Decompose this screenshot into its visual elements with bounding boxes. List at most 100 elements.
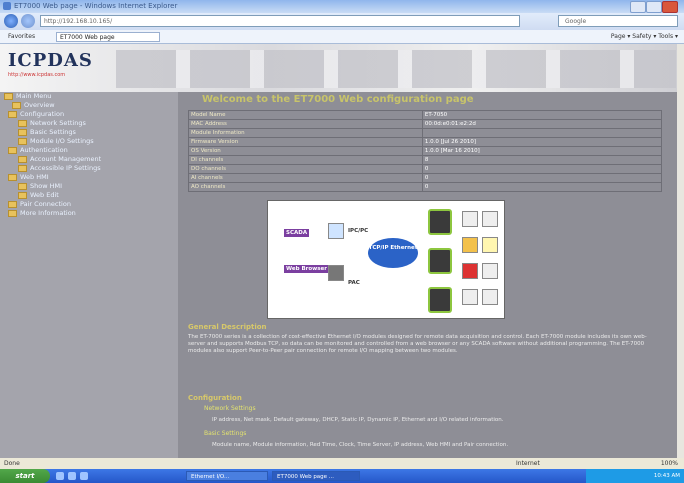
sidebar-item-accessible-ip-settings[interactable]: Accessible IP Settings <box>18 164 101 172</box>
window-titlebar: ET7000 Web page - Windows Internet Explo… <box>0 0 684 13</box>
basic-settings-link[interactable]: Basic Settings <box>204 430 246 437</box>
configuration-heading: Configuration <box>188 394 242 402</box>
info-value: 1.0.0 [Mar 16 2010] <box>421 146 663 156</box>
table-row: MAC Address 00:0d:e0:01:e2:2d <box>188 119 663 129</box>
page-content: ICPDAS http://www.icpdas.com Main Menu O… <box>0 44 677 458</box>
zoom-level[interactable]: 100% <box>661 460 678 467</box>
search-input[interactable]: Google <box>558 15 678 27</box>
general-description-heading: General Description <box>188 323 267 331</box>
info-key: DO channels <box>188 164 423 174</box>
page-icon <box>18 137 27 145</box>
info-value: 8 <box>421 155 663 165</box>
table-row: DO channels 0 <box>188 164 663 174</box>
field-device-icon <box>462 289 478 305</box>
folder-icon <box>8 146 17 154</box>
et7000-module-icon <box>428 209 452 235</box>
page-icon <box>18 155 27 163</box>
start-button[interactable]: start <box>0 469 50 483</box>
address-bar: http://192.168.10.165/ Google <box>0 13 684 30</box>
basic-settings-desc: Module name, Module information, Red Tim… <box>212 442 509 448</box>
close-button[interactable] <box>662 1 678 13</box>
sidebar-tree: Main Menu Overview Configuration Network… <box>0 92 178 458</box>
info-key: DI channels <box>188 155 423 165</box>
pac-label: PAC <box>348 280 360 286</box>
page-icon <box>8 200 17 208</box>
system-tray-clock[interactable]: 10:43 AM <box>586 469 684 483</box>
lamp-icon <box>482 237 498 253</box>
field-device-icon <box>482 263 498 279</box>
favorites-bar: Favorites ET7000 Web page Page ▾ Safety … <box>0 30 684 44</box>
sidebar-item-overview[interactable]: Overview <box>12 101 55 109</box>
sidebar-item-module-io-settings[interactable]: Module I/O Settings <box>18 137 94 145</box>
info-key: Firmware Version <box>188 137 423 147</box>
quick-launch-icon[interactable] <box>56 472 64 480</box>
table-row: Module Information <box>188 128 663 138</box>
forward-icon[interactable] <box>21 14 35 28</box>
sidebar-item-pair-connection[interactable]: Pair Connection <box>8 200 71 208</box>
folder-icon <box>4 92 13 100</box>
taskbar-item-2[interactable]: ET7000 Web page ... <box>272 471 360 481</box>
info-value: 0 <box>421 182 663 192</box>
scada-label: SCADA <box>284 229 310 237</box>
page-icon <box>18 128 27 136</box>
info-value: 0 <box>421 173 663 183</box>
url-input[interactable]: http://192.168.10.165/ <box>40 15 520 27</box>
page-icon <box>18 191 27 199</box>
quick-launch-icon[interactable] <box>68 472 76 480</box>
et7000-module-icon <box>428 287 452 313</box>
info-key: AI channels <box>188 173 423 183</box>
ie-icon <box>3 2 11 10</box>
table-row: OS Version 1.0.0 [Mar 16 2010] <box>188 146 663 156</box>
security-zone[interactable]: Internet <box>516 460 540 467</box>
info-key: MAC Address <box>188 119 423 129</box>
info-value: ET-7050 <box>421 110 663 120</box>
sensor-icon <box>462 237 478 253</box>
table-row: AO channels 0 <box>188 182 663 192</box>
web-browser-label: Web Browser <box>284 265 329 273</box>
logo: ICPDAS <box>8 50 93 71</box>
table-row: DI channels 8 <box>188 155 663 165</box>
sidebar-item-more-information[interactable]: More Information <box>8 209 76 217</box>
system-diagram: SCADA IPC/PC Web Browser PAC TCP/IP Ethe… <box>267 200 505 319</box>
taskbar-item-1[interactable]: Ethernet I/O... <box>186 471 268 481</box>
network-settings-desc: IP address, Net mask, Default gateway, D… <box>212 417 504 423</box>
quick-launch-icon[interactable] <box>80 472 88 480</box>
page-icon <box>18 119 27 127</box>
window-title: ET7000 Web page - Windows Internet Explo… <box>14 2 178 10</box>
command-bar-tools[interactable]: Page ▾ Safety ▾ Tools ▾ <box>611 33 678 40</box>
info-key: OS Version <box>188 146 423 156</box>
status-bar: Done Internet 100% <box>0 458 684 469</box>
favorites-button[interactable]: Favorites <box>8 33 35 40</box>
field-device-icon <box>482 289 498 305</box>
vertical-scrollbar[interactable] <box>677 44 684 458</box>
sidebar-item-account-management[interactable]: Account Management <box>18 155 101 163</box>
sidebar-item-web-edit[interactable]: Web Edit <box>18 191 59 199</box>
page-icon <box>18 164 27 172</box>
pc-icon <box>328 223 344 239</box>
sidebar-item-configuration[interactable]: Configuration <box>8 110 64 118</box>
sidebar-item-main-menu[interactable]: Main Menu <box>4 92 51 100</box>
sidebar-item-show-hmi[interactable]: Show HMI <box>18 182 62 190</box>
page-icon <box>18 182 27 190</box>
back-icon[interactable] <box>4 14 18 28</box>
sidebar-item-authentication[interactable]: Authentication <box>8 146 68 154</box>
module-info-table: Model Name ET-7050 MAC Address 00:0d:e0:01… <box>188 110 663 192</box>
maximize-button[interactable] <box>646 1 662 13</box>
minimize-button[interactable] <box>630 1 646 13</box>
page-title: Welcome to the ET7000 Web configuration … <box>202 94 474 105</box>
general-description-text: The ET-7000 series is a collection of co… <box>188 334 647 354</box>
sidebar-item-basic-settings[interactable]: Basic Settings <box>18 128 76 136</box>
main-panel: Welcome to the ET7000 Web configuration … <box>178 92 677 458</box>
network-settings-link[interactable]: Network Settings <box>204 405 256 412</box>
ipc-label: IPC/PC <box>348 228 369 234</box>
banner-decoration <box>116 50 676 88</box>
browser-tab[interactable]: ET7000 Web page <box>56 32 160 42</box>
alarm-icon <box>462 263 478 279</box>
sidebar-item-web-hmi[interactable]: Web HMI <box>8 173 49 181</box>
sidebar-item-network-settings[interactable]: Network Settings <box>18 119 86 127</box>
info-key: Model Name <box>188 110 423 120</box>
table-row: AI channels 0 <box>188 173 663 183</box>
pac-device-icon <box>328 265 344 281</box>
page-icon <box>8 209 17 217</box>
ethernet-cloud: TCP/IP Ethernet <box>368 238 418 268</box>
